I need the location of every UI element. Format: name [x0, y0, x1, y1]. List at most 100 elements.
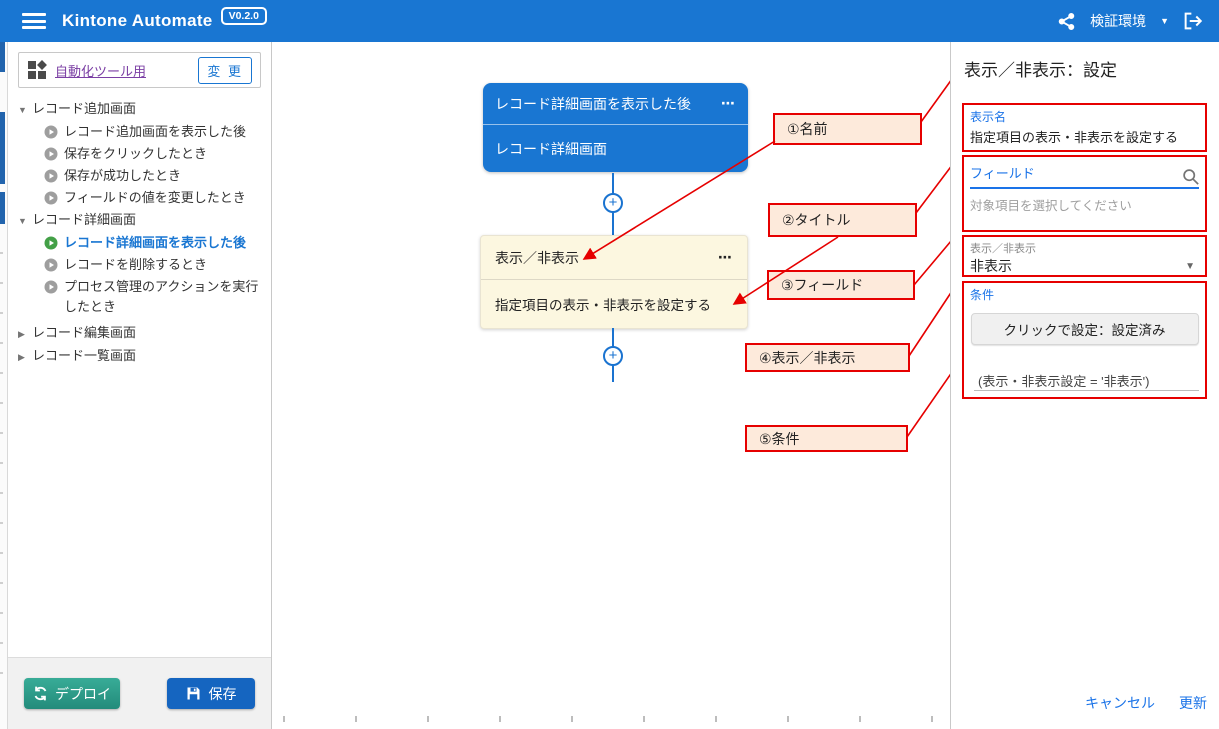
hamburger-menu-icon[interactable] — [22, 13, 46, 29]
condition-section: 条件 クリックで設定：設定済み (表示・非表示設定 = '非表示') — [962, 281, 1207, 399]
flow-node-action[interactable]: 表示／非表示 ⋯ 指定項目の表示・非表示を設定する — [480, 235, 748, 329]
more-options-icon[interactable]: ⋯ — [721, 95, 736, 112]
more-options-icon[interactable]: ⋯ — [718, 249, 733, 266]
play-circle-icon — [44, 169, 58, 183]
tree-item-label: 保存が成功したとき — [64, 166, 181, 186]
floppy-disk-icon — [186, 686, 201, 701]
edge-tick — [0, 522, 3, 524]
add-step-button[interactable]: + — [603, 193, 623, 213]
play-circle-icon — [44, 191, 58, 205]
field-placeholder[interactable]: 対象項目を選択してください — [970, 195, 1199, 214]
annotation-name: ①名前 — [773, 113, 922, 145]
edge-tick — [0, 612, 3, 614]
sidebar: 自動化ツール用 変 更 ▼ レコード追加画面 レコード追加画面を表示した後 保存… — [8, 42, 272, 729]
edge-tick — [0, 582, 3, 584]
display-name-label: 表示名 — [970, 108, 1199, 125]
edge-tick — [0, 672, 3, 674]
canvas-tick — [499, 716, 501, 722]
field-label: フィールド — [970, 163, 1035, 182]
edge-tick — [0, 312, 3, 314]
sidebar-footer: デプロイ 保存 — [8, 657, 271, 729]
edge-tick — [0, 372, 3, 374]
tree-item[interactable]: レコード追加画面を表示した後 — [18, 121, 271, 143]
tree-item-selected[interactable]: レコード詳細画面を表示した後 — [18, 232, 271, 254]
tree-item-label: レコード追加画面を表示した後 — [64, 122, 246, 142]
canvas-tick — [859, 716, 861, 722]
share-icon[interactable] — [1057, 12, 1076, 31]
play-circle-icon — [44, 258, 58, 272]
dropdown-caret-icon[interactable]: ▼ — [1185, 261, 1199, 272]
edge-tick — [0, 402, 3, 404]
tree-item-label: レコードを削除するとき — [64, 255, 207, 275]
tree-item[interactable]: 保存をクリックしたとき — [18, 143, 271, 165]
canvas-tick — [715, 716, 717, 722]
tree-item-label: 保存をクリックしたとき — [64, 144, 207, 164]
version-badge: V0.2.0 — [221, 7, 267, 25]
condition-label: 条件 — [970, 286, 1199, 303]
condition-configure-button[interactable]: クリックで設定：設定済み — [971, 313, 1199, 345]
play-circle-icon — [44, 125, 58, 139]
edge-tick — [0, 432, 3, 434]
visibility-label: 表示／非表示 — [970, 240, 1199, 256]
canvas-tick — [571, 716, 573, 722]
tree-item[interactable]: レコードを削除するとき — [18, 254, 271, 276]
chevron-expanded-icon[interactable]: ▼ — [18, 210, 32, 231]
cancel-button[interactable]: キャンセル — [1085, 693, 1155, 713]
environment-selector[interactable]: 検証環境 — [1090, 11, 1146, 31]
tree-group-record-edit[interactable]: ▶ レコード編集画面 — [18, 322, 271, 345]
app-selector: 自動化ツール用 変 更 — [18, 52, 261, 88]
add-step-button[interactable]: + — [603, 346, 623, 366]
tree-item-label: プロセス管理のアクションを実行したとき — [64, 277, 262, 317]
app-name-link[interactable]: 自動化ツール用 — [55, 61, 146, 80]
tree-group-label: レコード編集画面 — [32, 323, 136, 343]
search-icon[interactable] — [1182, 168, 1199, 185]
edge-tick — [0, 252, 3, 254]
edge-segment — [0, 192, 5, 224]
visibility-value: 非表示 — [970, 256, 1012, 276]
canvas-tick — [643, 716, 645, 722]
edge-segment — [0, 42, 5, 72]
change-app-button[interactable]: 変 更 — [198, 57, 252, 84]
chevron-collapsed-icon[interactable]: ▶ — [18, 346, 32, 367]
edge-tick — [0, 642, 3, 644]
annotation-condition: ⑤条件 — [745, 425, 908, 452]
app-title: Kintone Automate — [62, 11, 213, 31]
canvas-tick — [931, 716, 933, 722]
edge-segment — [0, 112, 5, 184]
display-name-value[interactable]: 指定項目の表示・非表示を設定する — [970, 127, 1199, 146]
edge-tick — [0, 282, 3, 284]
annotation-title: ②タイトル — [768, 203, 917, 237]
deploy-button[interactable]: デプロイ — [24, 678, 120, 709]
chevron-expanded-icon[interactable]: ▼ — [18, 99, 32, 120]
tree-item[interactable]: フィールドの値を変更したとき — [18, 187, 271, 209]
event-tree: ▼ レコード追加画面 レコード追加画面を表示した後 保存をクリックしたとき 保存… — [8, 92, 271, 657]
tree-group-record-list[interactable]: ▶ レコード一覧画面 — [18, 345, 271, 368]
annotation-label: ②タイトル — [782, 210, 851, 230]
node-subtitle: レコード詳細画面 — [495, 139, 607, 159]
edge-tick — [0, 462, 3, 464]
tree-item[interactable]: プロセス管理のアクションを実行したとき — [18, 276, 271, 318]
field-section: フィールド 対象項目を選択してください — [962, 155, 1207, 232]
tree-group-label: レコード詳細画面 — [32, 210, 136, 230]
app-icon — [27, 60, 47, 80]
divider — [974, 390, 1199, 391]
logout-icon[interactable] — [1183, 12, 1203, 30]
visibility-select[interactable]: 非表示 ▼ — [970, 256, 1199, 282]
chevron-down-icon[interactable]: ▼ — [1160, 16, 1169, 26]
annotation-label: ⑤条件 — [759, 429, 800, 449]
save-button[interactable]: 保存 — [167, 678, 255, 709]
edge-tick — [0, 342, 3, 344]
chevron-collapsed-icon[interactable]: ▶ — [18, 323, 32, 344]
display-name-section: 表示名 指定項目の表示・非表示を設定する — [962, 103, 1207, 152]
tree-item[interactable]: 保存が成功したとき — [18, 165, 271, 187]
visibility-section: 表示／非表示 非表示 ▼ — [962, 235, 1207, 277]
play-circle-icon — [44, 147, 58, 161]
tree-group-label: レコード追加画面 — [32, 99, 136, 119]
update-button[interactable]: 更新 — [1179, 693, 1207, 713]
flow-node-trigger[interactable]: レコード詳細画面を表示した後 ⋯ レコード詳細画面 — [483, 83, 748, 172]
edge-tick — [0, 492, 3, 494]
annotation-label: ①名前 — [787, 119, 828, 139]
tree-group-record-add[interactable]: ▼ レコード追加画面 — [18, 98, 271, 121]
tree-item-label: レコード詳細画面を表示した後 — [64, 233, 246, 253]
tree-group-record-detail[interactable]: ▼ レコード詳細画面 — [18, 209, 271, 232]
